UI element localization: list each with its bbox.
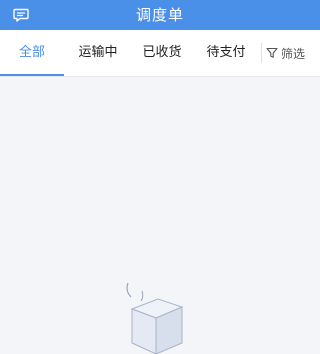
filter-button[interactable]: 筛选 (266, 30, 320, 76)
tab-divider (261, 43, 262, 63)
status-tabs: 全部 运输中 已收货 待支付 筛选 (0, 30, 320, 77)
tab-pending-payment[interactable]: 待支付 (196, 30, 256, 76)
page-title: 调度单 (135, 6, 184, 24)
tab-received[interactable]: 已收货 (132, 30, 192, 76)
filter-funnel-icon (266, 47, 278, 58)
empty-box-illustration (126, 282, 184, 354)
filter-label: 筛选 (281, 46, 306, 61)
tab-all[interactable]: 全部 (0, 30, 64, 76)
order-list-area[interactable] (0, 77, 320, 354)
tab-in-transit[interactable]: 运输中 (68, 30, 128, 76)
header-bar: 调度单 (0, 0, 320, 30)
